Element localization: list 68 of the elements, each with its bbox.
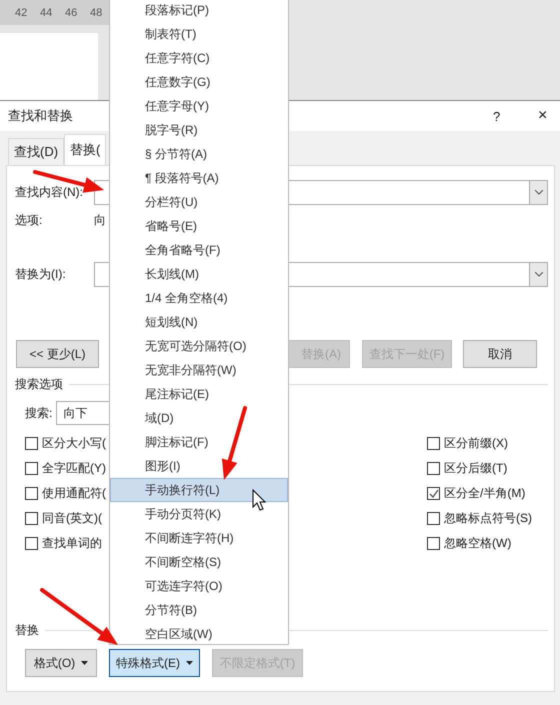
dropdown-icon[interactable]	[529, 181, 547, 204]
ruler-number: 48	[90, 6, 104, 18]
checkbox-label[interactable]: 忽略标点符号(S)	[444, 510, 532, 527]
checkbox[interactable]	[25, 437, 38, 450]
menu-item[interactable]: 1/4 全角空格(4)	[110, 286, 288, 310]
menu-item[interactable]: 不间断连字符(H)	[110, 526, 288, 550]
checkbox-label[interactable]: 查找单词的	[42, 535, 102, 552]
window-title: 查找和替换	[8, 107, 74, 125]
menu-item[interactable]: 分栏符(U)	[110, 190, 288, 214]
close-button[interactable]: ×	[538, 107, 552, 125]
dropdown-icon[interactable]	[529, 263, 547, 286]
checkbox-label[interactable]: 区分全/半角(M)	[444, 485, 526, 502]
menu-item[interactable]: 空白区域(W)	[110, 622, 288, 646]
checkbox-label[interactable]: 区分大小写(	[42, 435, 106, 452]
menu-item[interactable]: 长划线(M)	[110, 262, 288, 286]
checkbox[interactable]	[427, 487, 440, 500]
field-label: 选项:	[15, 212, 44, 228]
menu-item[interactable]: 手动分页符(K)	[110, 502, 288, 526]
caret-icon	[186, 661, 193, 665]
ruler-number: 42	[15, 6, 28, 18]
format-button[interactable]: 特殊格式(E)	[109, 649, 200, 677]
checkbox[interactable]	[25, 487, 38, 500]
checkbox[interactable]	[25, 462, 38, 475]
checkbox-label[interactable]: 区分后缀(T)	[444, 460, 508, 477]
options-value: 向	[94, 212, 106, 228]
field-label: 搜索:	[25, 404, 52, 422]
menu-item[interactable]: ¶ 段落符号(A)	[110, 166, 288, 190]
menu-item[interactable]: 分节符(B)	[110, 598, 288, 622]
menu-item[interactable]: § 分节符(A)	[110, 142, 288, 166]
menu-item[interactable]: 手动换行符(L)	[110, 478, 288, 502]
menu-item[interactable]: 可选连字符(O)	[110, 574, 288, 598]
checkbox-label[interactable]: 使用通配符(	[42, 485, 106, 502]
less-button[interactable]: << 更少(L)	[16, 340, 99, 368]
menu-item[interactable]: 全角省略号(F)	[110, 238, 288, 262]
caret-icon	[81, 661, 88, 665]
checkbox[interactable]	[427, 537, 440, 550]
checkbox-label[interactable]: 忽略空格(W)	[444, 535, 512, 552]
checkbox-label[interactable]: 全字匹配(Y)	[42, 460, 106, 477]
section-title: 替换	[15, 622, 39, 639]
checkbox[interactable]	[427, 437, 440, 450]
menu-item[interactable]: 任意字符(C)	[110, 46, 288, 70]
cursor-icon	[252, 488, 266, 511]
menu-item[interactable]: 短划线(N)	[110, 310, 288, 334]
menu-item[interactable]: 脱字号(R)	[110, 118, 288, 142]
checkbox-label[interactable]: 区分前缀(X)	[444, 435, 508, 452]
format-button[interactable]: 格式(O)	[25, 649, 97, 677]
menu-item[interactable]: 段落标记(P)	[110, 0, 288, 22]
checkbox-label[interactable]: 同音(英文)(	[42, 510, 102, 527]
menu-item[interactable]: 任意数字(G)	[110, 70, 288, 94]
tab[interactable]: 查找(D)	[8, 138, 64, 165]
checkbox[interactable]	[25, 512, 38, 525]
menu-item[interactable]: 任意字母(Y)	[110, 94, 288, 118]
menu-item[interactable]: 制表符(T)	[110, 22, 288, 46]
help-button[interactable]: ?	[493, 108, 538, 124]
checkbox[interactable]	[427, 462, 440, 475]
checkbox[interactable]	[427, 512, 440, 525]
menu-item[interactable]: 图形(I)	[110, 454, 288, 478]
ruler-number: 44	[40, 6, 54, 18]
menu-item[interactable]: 省略号(E)	[110, 214, 288, 238]
ruler-number: 46	[65, 6, 78, 18]
field-label: 查找内容(N):	[15, 184, 84, 201]
tab[interactable]: 替换(	[64, 134, 106, 165]
section-title: 搜索选项	[15, 376, 63, 393]
checkbox[interactable]	[25, 537, 38, 550]
cancel-button[interactable]: 取消	[463, 340, 537, 368]
menu-item[interactable]: 不间断空格(S)	[110, 550, 288, 574]
field-label: 替换为(I):	[15, 266, 67, 283]
menu-item[interactable]: 脚注标记(F)	[110, 430, 288, 454]
